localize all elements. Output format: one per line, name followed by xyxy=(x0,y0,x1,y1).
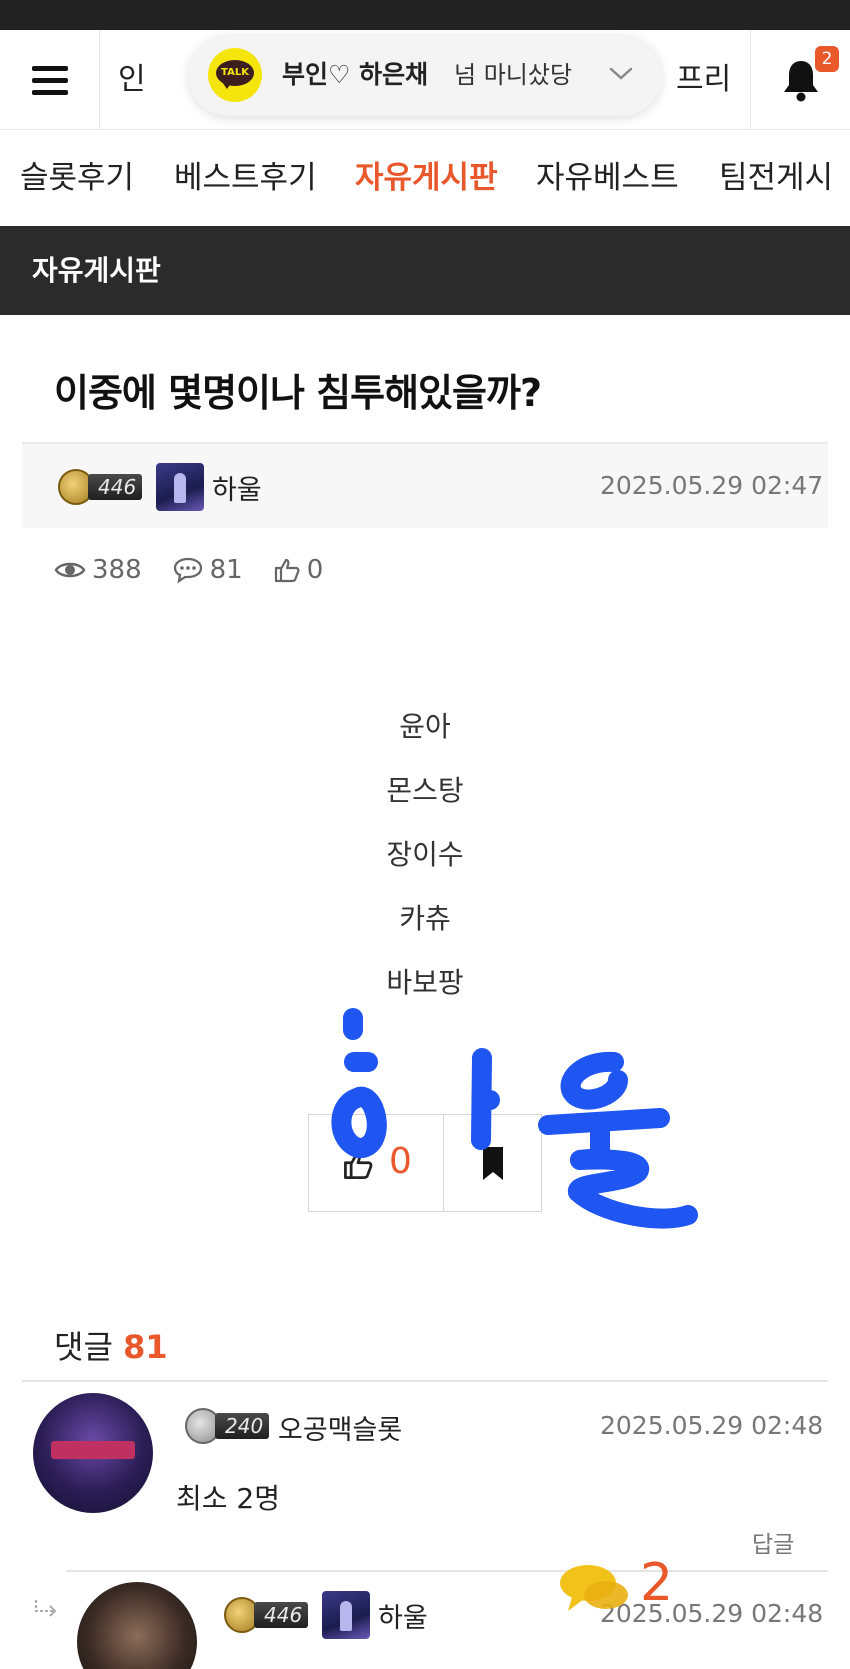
level-badge: 240 xyxy=(185,1408,270,1444)
like-count: 0 xyxy=(273,555,324,585)
status-strip xyxy=(0,0,850,30)
comment-count: 81 xyxy=(172,555,243,585)
chat-bubbles-icon xyxy=(560,1565,628,1611)
tab-team-board[interactable]: 팀전게시 xyxy=(719,131,833,226)
post-title: 이중에 몇명이나 침투해있을까? xyxy=(54,371,542,415)
post-content-line: 윤아 xyxy=(399,710,451,743)
commenter-name[interactable]: 하울 xyxy=(378,1596,428,1635)
like-count-value: 0 xyxy=(306,555,324,585)
view-count: 388 xyxy=(54,555,142,585)
header-nav-text-right[interactable]: 프리 xyxy=(676,30,731,130)
comments-label: 댓글 xyxy=(54,1328,113,1366)
chevron-down-icon[interactable] xyxy=(608,64,634,84)
reply-link[interactable]: 답글 xyxy=(752,1525,794,1559)
bookmark-button[interactable] xyxy=(443,1114,542,1212)
floating-comment-button[interactable]: 2 xyxy=(558,1553,678,1625)
thumbs-up-icon xyxy=(344,1152,373,1179)
post-content-line: 장이수 xyxy=(386,838,464,871)
thumbs-up-icon xyxy=(274,558,300,583)
hamburger-menu-button[interactable] xyxy=(0,30,100,130)
avatar-ribbon xyxy=(51,1441,135,1459)
post-stats: 388 81 0 xyxy=(54,550,353,590)
post-author-row: 446 하울 2025.05.29 02:47 xyxy=(22,442,828,528)
recommend-button[interactable]: 0 xyxy=(308,1114,444,1212)
tab-free-board[interactable]: 자유게시판 xyxy=(355,131,498,226)
post-content-line: 바보팡 xyxy=(386,966,464,999)
commenter-mini-avatar[interactable] xyxy=(322,1591,370,1639)
author-name[interactable]: 하울 xyxy=(212,468,262,507)
commenter-avatar[interactable] xyxy=(77,1582,197,1669)
level-number: 446 xyxy=(88,474,143,500)
kakao-chat-preview[interactable]: TALK 부인♡ 하은채 넘 마니샀당 xyxy=(188,34,662,116)
notification-button[interactable]: 2 xyxy=(750,30,850,130)
kakaotalk-icon: TALK xyxy=(208,48,262,102)
view-count-value: 388 xyxy=(92,555,142,585)
comment-count-value: 81 xyxy=(209,555,243,585)
kakaotalk-icon-tail xyxy=(222,82,232,89)
level-number: 446 xyxy=(254,1602,309,1628)
comments-count: 81 xyxy=(123,1328,168,1366)
tab-free-best[interactable]: 자유베스트 xyxy=(536,131,679,226)
commenter-avatar[interactable] xyxy=(33,1393,153,1513)
tab-best-review[interactable]: 베스트후기 xyxy=(174,131,317,226)
post-content-line: 몬스탕 xyxy=(386,774,464,807)
hamburger-line xyxy=(31,77,68,83)
hamburger-line xyxy=(31,89,68,95)
comment-bubble-icon xyxy=(173,557,202,584)
level-badge: 446 xyxy=(224,1597,309,1633)
comment-date: 2025.05.29 02:48 xyxy=(600,1411,824,1440)
post-date: 2025.05.29 02:47 xyxy=(600,471,824,500)
category-tabs: 슬롯후기 베스트후기 자유게시판 자유베스트 팀전게시 xyxy=(0,131,850,226)
divider xyxy=(22,1380,828,1382)
comment-text: 최소 2명 xyxy=(176,1482,280,1515)
floating-comment-count: 2 xyxy=(640,1553,674,1613)
hamburger-line xyxy=(31,65,68,71)
board-title-bar: 자유게시판 xyxy=(0,226,850,315)
chat-message-preview: 넘 마니샀당 xyxy=(454,61,573,89)
board-title: 자유게시판 xyxy=(32,254,161,287)
reply-arrow-icon xyxy=(35,1600,57,1617)
level-number: 240 xyxy=(215,1413,270,1439)
eye-icon xyxy=(54,562,86,578)
notification-badge: 2 xyxy=(815,46,839,72)
post-content-line: 카츄 xyxy=(399,902,451,935)
bookmark-icon xyxy=(483,1147,503,1180)
comments-header: 댓글 81 xyxy=(54,1322,168,1368)
tab-slot-review[interactable]: 슬롯후기 xyxy=(20,131,134,226)
divider xyxy=(66,1570,828,1572)
commenter-name[interactable]: 오공맥슬롯 xyxy=(278,1408,402,1447)
author-avatar[interactable] xyxy=(156,463,204,511)
chat-sender-name: 부인♡ 하은채 xyxy=(282,60,429,89)
level-badge: 446 xyxy=(58,469,143,505)
header-nav-text-left[interactable]: 인 xyxy=(118,30,146,130)
recommend-count: 0 xyxy=(389,1141,412,1182)
